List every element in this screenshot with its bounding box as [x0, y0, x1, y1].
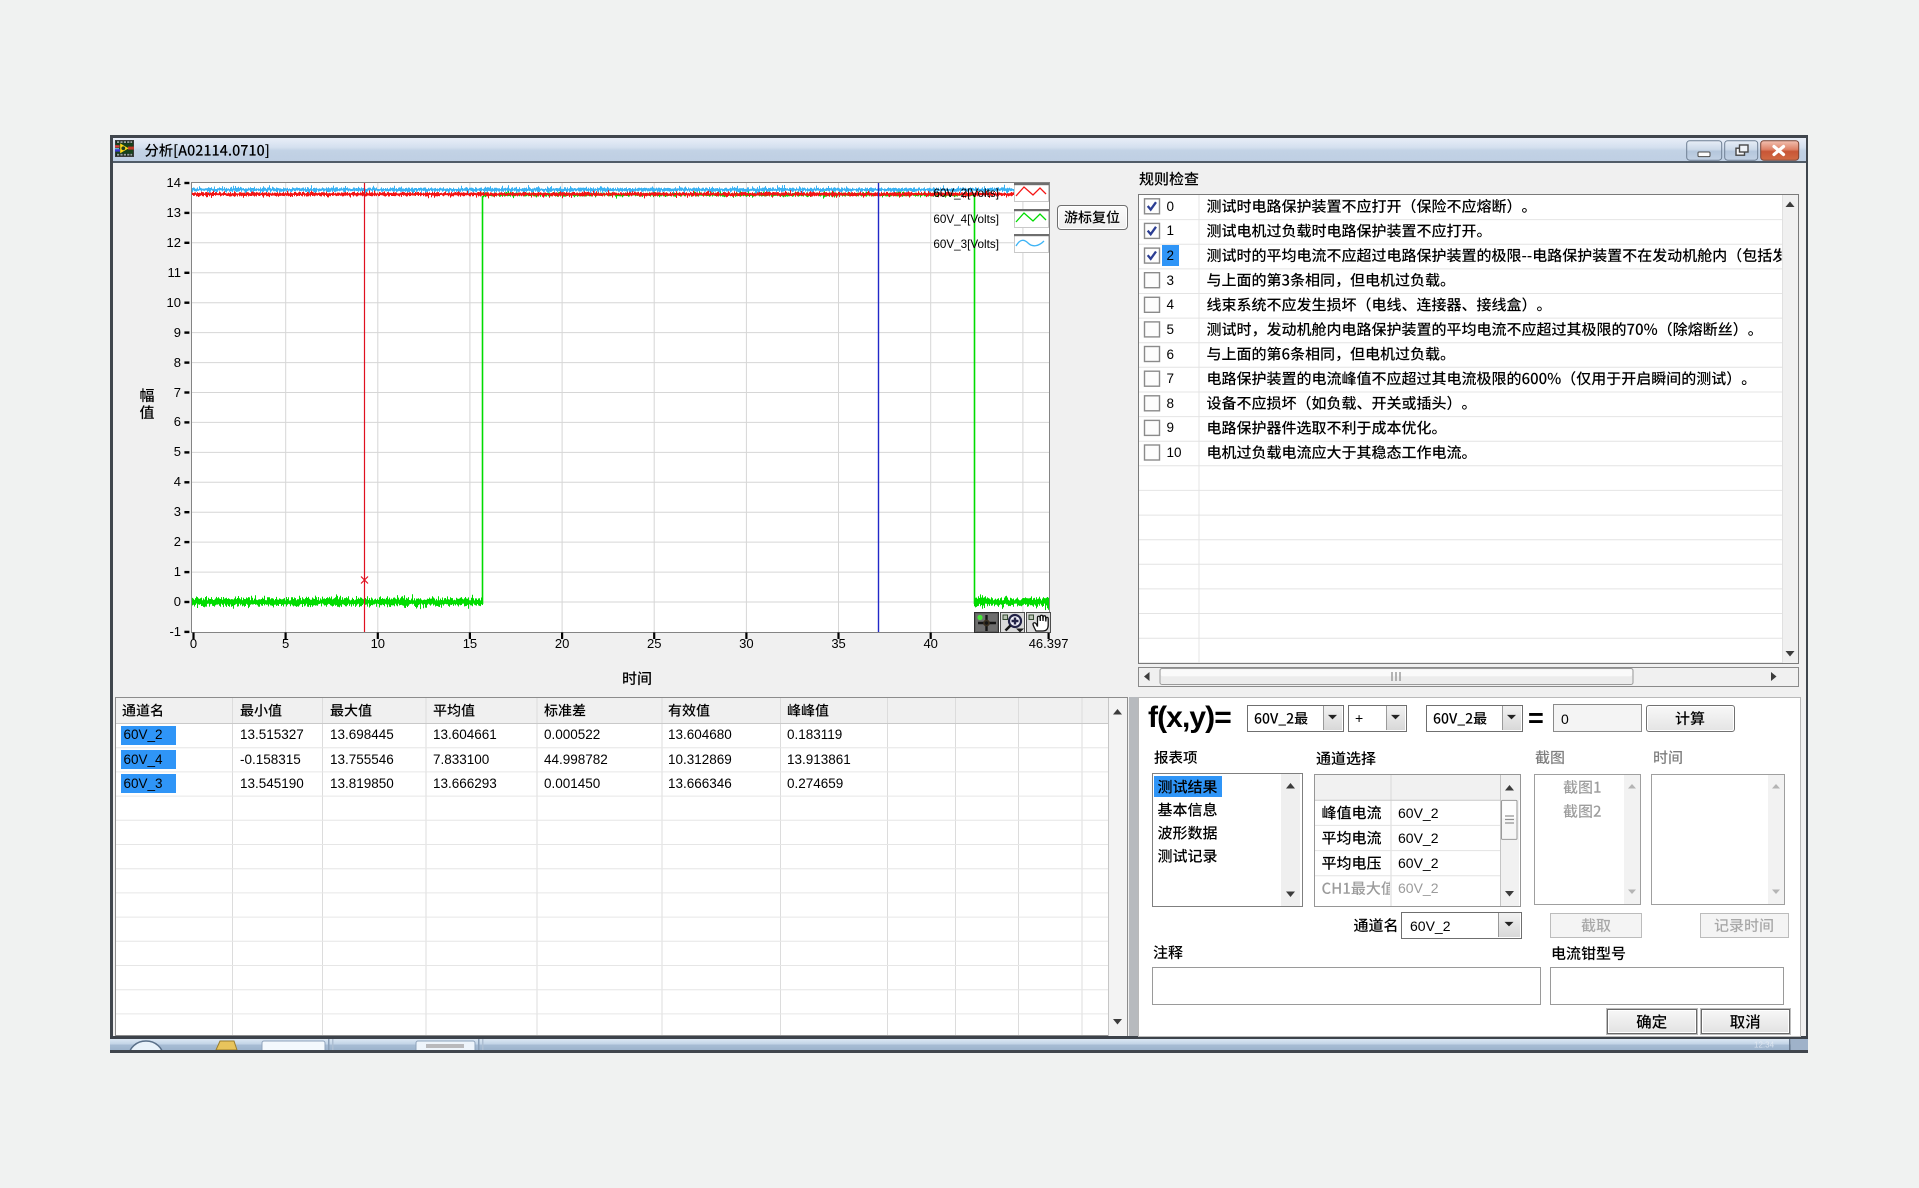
svg-text:12:34: 12:34	[1754, 1041, 1775, 1050]
